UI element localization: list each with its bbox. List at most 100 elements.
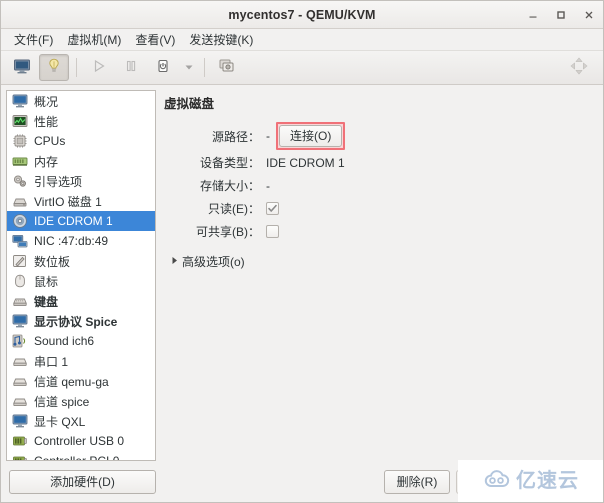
channel-icon [12,373,28,389]
window-controls [525,1,597,28]
sidebar-item-label: 显示协议 Spice [34,314,118,329]
content-area: 概况 性能 CPUs 内存 引导选项 VirtIO 磁盘 1 IDE CDROM… [1,85,603,461]
chevron-down-icon [184,61,194,75]
cdrom-icon [12,213,28,229]
device-type-row: 设备类型： IDE CDROM 1 [161,152,598,173]
sidebar-item-channel-spice[interactable]: 信道 spice [7,391,155,411]
snapshots-button[interactable] [212,54,242,81]
window-title: mycentos7 - QEMU/KVM [228,7,376,22]
sidebar-item-label: 串口 1 [34,354,69,369]
toolbar-separator-2 [204,58,205,77]
chevron-right-icon [171,256,179,267]
menu-view[interactable]: 查看(V) [128,30,182,49]
nic-icon [12,233,28,249]
storage-size-row: 存储大小： - [161,175,598,196]
serial-icon [12,353,28,369]
sidebar-item-label: Sound ich6 [34,334,95,348]
sidebar-item-controller-pci[interactable]: Controller PCI 0 [7,451,155,461]
sidebar-item-display-spice[interactable]: 显示协议 Spice [7,311,155,331]
sidebar-item-video-qxl[interactable]: 显卡 QXL [7,411,155,431]
sidebar-item-label: 引导选项 [34,174,83,189]
hardware-list[interactable]: 概况 性能 CPUs 内存 引导选项 VirtIO 磁盘 1 IDE CDROM… [6,90,156,461]
pause-button[interactable] [116,54,146,81]
sidebar-item-tablet[interactable]: 数位板 [7,251,155,271]
fullscreen-icon [569,57,589,79]
readonly-label: 只读(E)： [208,202,260,216]
source-path-value: - [266,129,270,143]
sidebar-item-sound[interactable]: Sound ich6 [7,331,155,351]
shareable-value [266,225,279,238]
controller-icon [12,433,28,449]
console-view-icon [13,57,31,78]
sidebar-item-overview[interactable]: 概况 [7,91,155,111]
connect-button[interactable]: 连接(O) [279,125,343,147]
readonly-row: 只读(E)： [161,198,598,219]
storage-size-value: - [266,178,270,193]
sidebar-item-label: 显卡 QXL [34,414,86,429]
console-view-button[interactable] [7,54,37,81]
details-view-button[interactable] [39,54,69,81]
run-button[interactable] [84,54,114,81]
connect-highlight-box: 连接(O) [276,122,346,150]
lightbulb-icon [45,57,63,78]
sidebar-item-mouse[interactable]: 鼠标 [7,271,155,291]
readonly-value [266,202,279,215]
footer-actions: 删除(R) 取消(C) 应用(A) [383,469,595,494]
source-path-row: 源路径： - 连接(O) [161,122,598,150]
keyboard-icon [12,293,28,309]
tablet-icon [12,253,28,269]
sidebar-item-performance[interactable]: 性能 [7,111,155,131]
sidebar-item-label: IDE CDROM 1 [34,214,113,228]
sidebar-item-label: Controller USB 0 [34,434,125,448]
minimize-icon[interactable] [525,7,541,23]
sidebar-item-cpus[interactable]: CPUs [7,131,155,151]
close-icon[interactable] [581,7,597,23]
toolbar-separator-1 [76,58,77,77]
sidebar-item-label: Controller PCI 0 [34,454,120,461]
cancel-button[interactable]: 取消(C) [456,469,523,494]
sidebar-item-virtio-disk[interactable]: VirtIO 磁盘 1 [7,191,155,211]
video-icon [12,413,28,429]
sidebar-item-serial[interactable]: 串口 1 [7,351,155,371]
mouse-icon [12,273,28,289]
advanced-options-toggle[interactable]: 高级选项(o) [171,253,598,270]
menu-send-key[interactable]: 发送按键(K) [182,30,260,49]
apply-button[interactable]: 应用(A) [529,469,595,494]
sidebar-item-memory[interactable]: 内存 [7,151,155,171]
disk-form: 源路径： - 连接(O) 设备类型： IDE CDROM 1 存储大小： - 只… [161,122,598,242]
sidebar-item-label: VirtIO 磁盘 1 [34,194,102,209]
controller-icon [12,453,28,460]
sidebar-item-label: 数位板 [34,254,71,269]
detail-pane: 虚拟磁盘 源路径： - 连接(O) 设备类型： IDE CDROM 1 存储大小… [161,90,598,461]
pause-icon [123,58,139,77]
shutdown-dropdown-button[interactable] [180,55,197,80]
sidebar-item-ide-cdrom[interactable]: IDE CDROM 1 [7,211,155,231]
sidebar-item-label: 性能 [34,114,59,129]
play-icon [91,58,107,77]
readonly-checkbox[interactable] [266,202,279,215]
storage-size-label: 存储大小： [199,179,260,193]
shareable-checkbox[interactable] [266,225,279,238]
boot-options-icon [12,173,28,189]
sidebar-item-nic[interactable]: NIC :47:db:49 [7,231,155,251]
maximize-icon[interactable] [553,7,569,23]
fullscreen-button[interactable] [569,56,589,79]
sidebar-item-label: 信道 spice [34,394,90,409]
virt-manager-window: mycentos7 - QEMU/KVM 文件(F) 虚拟机(M) 查看(V) … [0,0,604,503]
sidebar-item-boot-options[interactable]: 引导选项 [7,171,155,191]
title-bar: mycentos7 - QEMU/KVM [1,1,603,29]
menu-virtual-machine[interactable]: 虚拟机(M) [60,30,128,49]
sidebar-item-label: 鼠标 [34,274,59,289]
sidebar-item-label: 信道 qemu-ga [34,374,109,389]
sidebar-item-keyboard[interactable]: 键盘 [7,291,155,311]
menu-file[interactable]: 文件(F) [7,30,60,49]
shutdown-button[interactable] [148,54,178,81]
sidebar-item-channel-qemu-ga[interactable]: 信道 qemu-ga [7,371,155,391]
device-type-label: 设备类型： [199,156,260,170]
checkmark-icon [268,204,277,212]
disk-icon [12,193,28,209]
add-hardware-button[interactable]: 添加硬件(D) [9,469,156,494]
sidebar-item-controller-usb[interactable]: Controller USB 0 [7,431,155,451]
memory-icon [12,153,28,169]
remove-button[interactable]: 删除(R) [383,469,451,494]
